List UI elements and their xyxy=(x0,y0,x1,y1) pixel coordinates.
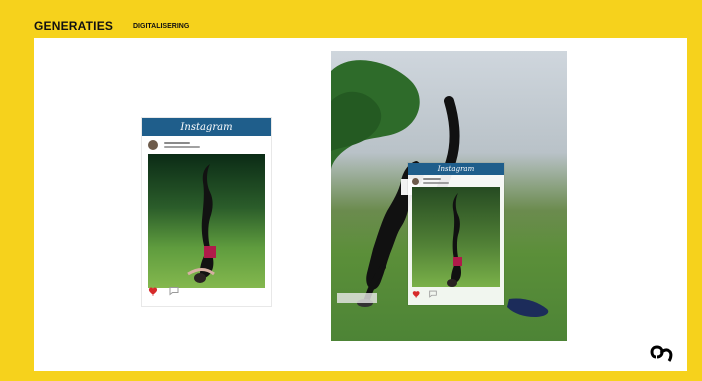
comment-icon[interactable] xyxy=(428,289,438,299)
avatar xyxy=(412,177,419,185)
q-logo-icon xyxy=(650,345,673,362)
overlay-user-row xyxy=(408,175,504,187)
heart-icon[interactable] xyxy=(148,285,160,297)
section-tag-generaties: GENERATIES xyxy=(34,19,114,33)
subtitle-line xyxy=(164,146,200,148)
instagram-header: Instagram xyxy=(142,118,271,136)
username-lines xyxy=(164,142,200,148)
yoga-photo-illustration xyxy=(187,164,216,283)
instagram-actions xyxy=(148,284,265,298)
overlay-yoga-illustration xyxy=(447,193,462,287)
avatar xyxy=(148,140,158,150)
overlay-username-lines xyxy=(423,178,449,184)
overlay-actions xyxy=(412,289,438,299)
instagram-overlay-card: Instagram xyxy=(408,163,504,305)
instagram-user-row xyxy=(142,136,271,154)
instagram-photo xyxy=(148,154,265,288)
username-line xyxy=(164,142,190,144)
overlay-instagram-header: Instagram xyxy=(408,163,504,175)
section-tag-digitalisering: DIGITALISERING xyxy=(133,23,190,30)
heart-icon[interactable] xyxy=(412,289,422,299)
real-scene-photo: Instagram xyxy=(331,51,567,341)
overlay-photo xyxy=(412,187,500,287)
overlay-subtitle-line xyxy=(423,182,449,184)
overlay-username-line xyxy=(423,178,441,180)
instagram-card: Instagram xyxy=(142,118,271,306)
comment-icon[interactable] xyxy=(168,285,180,297)
